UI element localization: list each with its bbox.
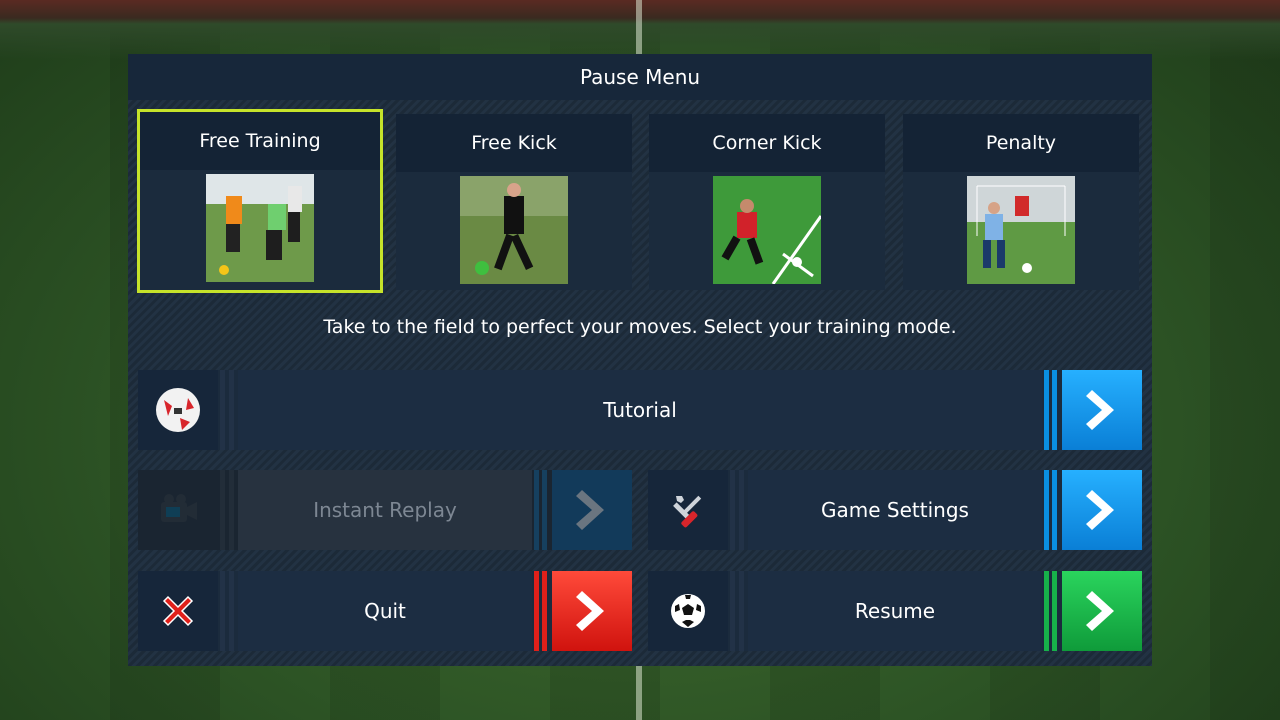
mode-title: Free Kick [396,114,632,172]
accent-stripe [1052,370,1057,450]
mode-title: Free Training [140,112,380,170]
game-settings-button[interactable]: Game Settings [648,470,1142,550]
divider [229,571,234,651]
divider [730,470,735,550]
free-kick-thumbnail [460,176,568,284]
chevron-right-icon [552,571,632,651]
chevron-right-icon [552,470,632,550]
accent-stripe [1044,571,1049,651]
mode-title: Corner Kick [649,114,885,172]
accent-stripe [1044,470,1049,550]
soccer-ball-icon [138,370,218,450]
camera-icon [138,470,218,550]
accent-stripe [542,571,547,651]
divider [730,571,735,651]
quit-button[interactable]: Quit [138,571,632,651]
pause-menu-panel: Pause Menu Free Training Free Kick Corne… [128,54,1152,666]
divider [220,571,225,651]
chevron-right-icon [1062,370,1142,450]
divider [220,470,225,550]
accent-stripe [534,470,539,550]
mode-card-free-training[interactable]: Free Training [137,109,383,293]
accent-stripe [1044,370,1049,450]
corner-kick-thumbnail [713,176,821,284]
divider [739,571,744,651]
mode-description: Take to the field to perfect your moves.… [323,316,957,338]
quit-label: Quit [238,571,532,651]
game-settings-label: Game Settings [748,470,1042,550]
divider [220,370,225,450]
chevron-right-icon [1062,571,1142,651]
accent-stripe [534,571,539,651]
divider [229,470,234,550]
instant-replay-button[interactable]: Instant Replay [138,470,632,550]
page-title: Pause Menu [579,65,701,89]
tutorial-label: Tutorial [238,370,1042,450]
tools-icon [648,470,728,550]
penalty-thumbnail [967,176,1075,284]
tutorial-button[interactable]: Tutorial [138,370,1142,450]
free-training-thumbnail [206,174,314,282]
divider [739,470,744,550]
close-icon [138,571,218,651]
accent-stripe [1052,470,1057,550]
instant-replay-label: Instant Replay [238,470,532,550]
accent-stripe [542,470,547,550]
mode-card-penalty[interactable]: Penalty [903,114,1139,290]
divider [229,370,234,450]
mode-card-corner-kick[interactable]: Corner Kick [649,114,885,290]
resume-label: Resume [748,571,1042,651]
mode-title: Penalty [903,114,1139,172]
mode-card-free-kick[interactable]: Free Kick [396,114,632,290]
football-icon [648,571,728,651]
resume-button[interactable]: Resume [648,571,1142,651]
panel-header: Pause Menu [128,54,1152,100]
accent-stripe [1052,571,1057,651]
chevron-right-icon [1062,470,1142,550]
